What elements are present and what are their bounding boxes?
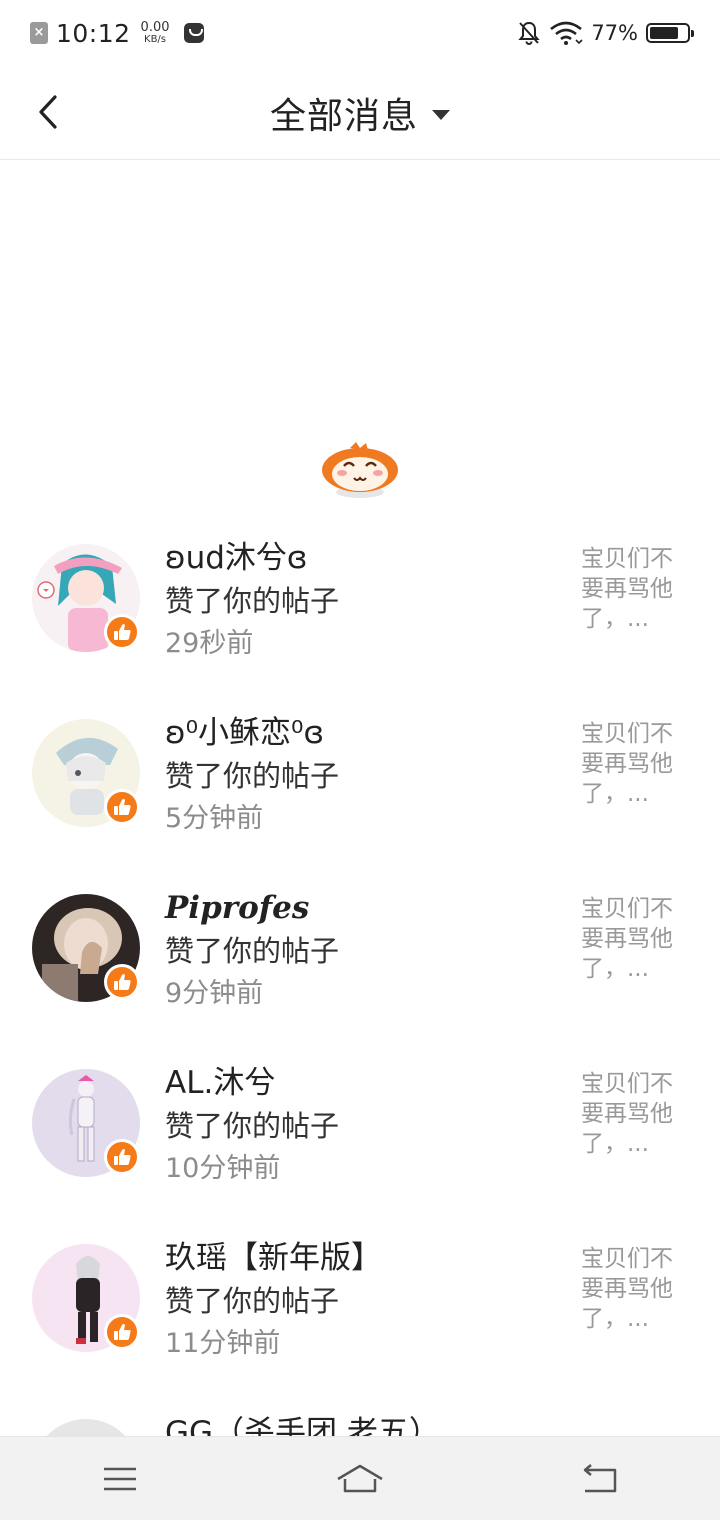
like-badge — [104, 964, 140, 1000]
message-action: 赞了你的帖子 — [165, 759, 340, 793]
list-item[interactable]: AL.沐兮 赞了你的帖子 10分钟前 宝贝们不要再骂他了，... — [0, 1055, 720, 1230]
sender-name[interactable]: ʚ⁰小稣恋⁰ɞ — [165, 713, 565, 753]
message-time: 10分钟前 — [165, 1153, 281, 1184]
system-nav-bar — [0, 1436, 720, 1520]
no-sim-icon: × — [30, 22, 48, 44]
message-action: 赞了你的帖子 — [165, 1109, 340, 1143]
thumbs-up-icon — [114, 1324, 131, 1340]
thumbs-up-icon — [114, 624, 131, 640]
message-text: Piprofes 赞了你的帖子 9分钟前 — [165, 888, 565, 1014]
status-bar: × 10:12 0.00 KB/s 77% — [0, 0, 720, 66]
message-time: 9分钟前 — [165, 978, 264, 1009]
sender-name[interactable]: AL.沐兮 — [165, 1063, 565, 1103]
return-button[interactable] — [560, 1449, 640, 1509]
sender-name[interactable]: ʚud沐兮ɞ — [165, 538, 565, 578]
post-snippet[interactable]: 宝贝们不要再骂他了，... — [581, 894, 686, 984]
app-notification-icon — [183, 23, 204, 43]
bell-off-icon — [518, 21, 540, 45]
status-time: 10:12 — [56, 18, 131, 48]
menu-button[interactable] — [80, 1449, 160, 1509]
wifi-icon — [550, 21, 583, 45]
home-button[interactable] — [320, 1449, 400, 1509]
post-snippet[interactable]: 宝贝们不要再骂他了，... — [581, 1244, 686, 1334]
back-button[interactable] — [28, 92, 68, 132]
back-arrow-icon — [39, 95, 57, 129]
post-snippet[interactable]: 宝贝们不要再骂他了，... — [581, 719, 686, 809]
like-badge — [104, 614, 140, 650]
header: 全部消息 — [0, 66, 720, 160]
list-item[interactable]: 玖瑶【新年版】 赞了你的帖子 11分钟前 宝贝们不要再骂他了，... — [0, 1230, 720, 1405]
like-badge — [104, 789, 140, 825]
battery-percent: 77% — [591, 21, 638, 45]
message-text: ʚud沐兮ɞ 赞了你的帖子 29秒前 — [165, 538, 565, 664]
message-time: 11分钟前 — [165, 1328, 281, 1359]
mascot-face-icon — [322, 442, 398, 498]
thumbs-up-icon — [114, 799, 131, 815]
thumbs-up-icon — [114, 974, 131, 990]
message-text: 玖瑶【新年版】 赞了你的帖子 11分钟前 — [165, 1238, 565, 1364]
network-speed: 0.00 KB/s — [141, 21, 170, 45]
sender-name[interactable]: 玖瑶【新年版】 — [165, 1238, 565, 1278]
battery-icon — [646, 23, 694, 43]
status-right: 77% — [517, 20, 694, 46]
sender-name[interactable]: Piprofes — [165, 888, 565, 928]
battery-level — [650, 27, 678, 39]
list-item[interactable]: Piprofes 赞了你的帖子 9分钟前 宝贝们不要再骂他了，... — [0, 880, 720, 1055]
message-time: 29秒前 — [165, 628, 254, 659]
like-badge — [104, 1314, 140, 1350]
post-snippet[interactable]: 宝贝们不要再骂他了，... — [581, 544, 686, 634]
list-item[interactable]: ʚud沐兮ɞ 赞了你的帖子 29秒前 宝贝们不要再骂他了，... — [0, 530, 720, 705]
post-snippet[interactable]: 宝贝们不要再骂他了，... — [581, 1069, 686, 1159]
network-speed-unit: KB/s — [144, 34, 167, 45]
message-action: 赞了你的帖子 — [165, 1284, 340, 1318]
title-dropdown[interactable]: 全部消息 — [270, 87, 450, 139]
like-badge — [104, 1139, 140, 1175]
message-text: AL.沐兮 赞了你的帖子 10分钟前 — [165, 1063, 565, 1189]
message-action: 赞了你的帖子 — [165, 934, 340, 968]
caret-down-icon — [432, 109, 450, 120]
menu-icon — [104, 1467, 136, 1490]
screen: × 10:12 0.00 KB/s 77% 全部消息 ʚud沐兮ɞ 赞了你的帖子… — [0, 0, 720, 1520]
message-action: 赞了你的帖子 — [165, 584, 340, 618]
status-left: × 10:12 0.00 KB/s — [30, 19, 204, 48]
message-text: ʚ⁰小稣恋⁰ɞ 赞了你的帖子 5分钟前 — [165, 713, 565, 839]
network-speed-value: 0.00 — [140, 20, 170, 35]
message-list: ʚud沐兮ɞ 赞了你的帖子 29秒前 宝贝们不要再骂他了，... ʚ⁰小稣恋⁰ɞ… — [0, 530, 720, 1520]
thumbs-up-icon — [114, 1149, 131, 1165]
return-icon — [583, 1463, 617, 1492]
page-title: 全部消息 — [269, 95, 418, 137]
home-icon — [337, 1464, 383, 1492]
message-time: 5分钟前 — [165, 803, 264, 834]
list-item[interactable]: ʚ⁰小稣恋⁰ɞ 赞了你的帖子 5分钟前 宝贝们不要再骂他了，... — [0, 705, 720, 880]
